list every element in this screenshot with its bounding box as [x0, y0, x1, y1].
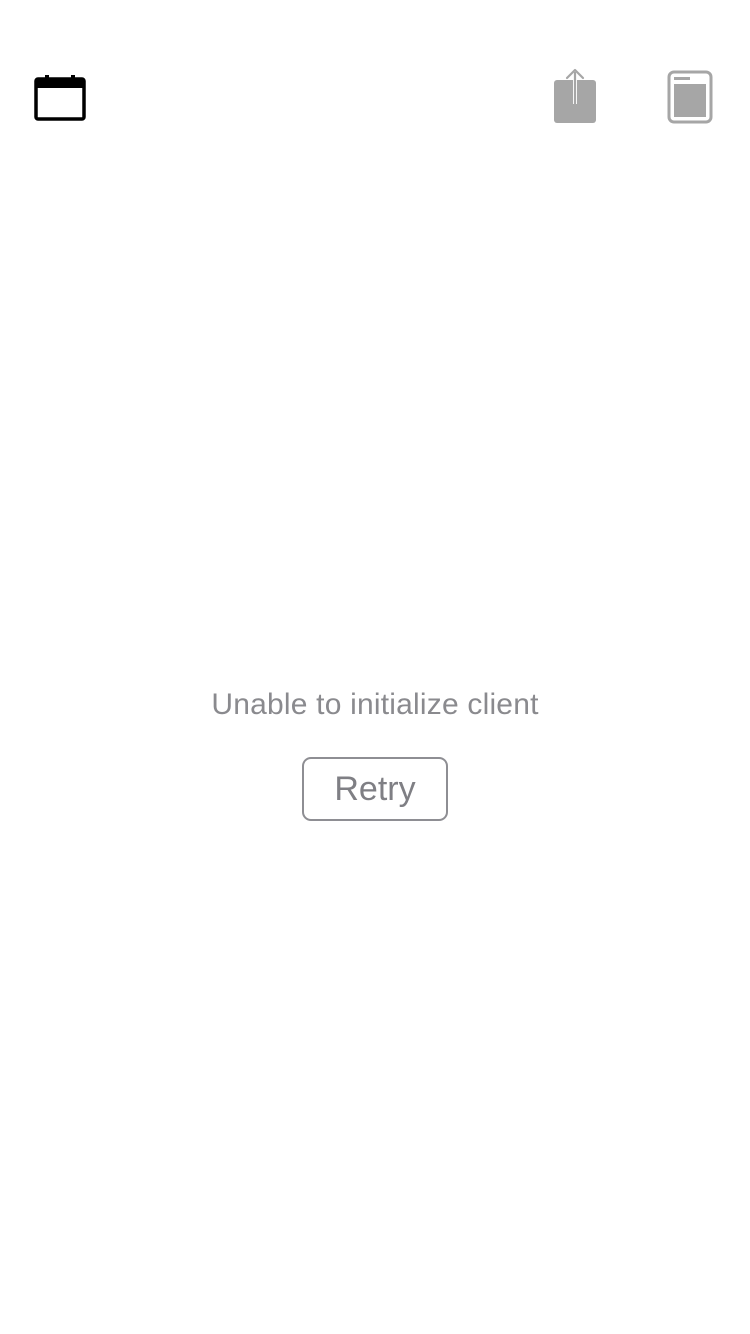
share-icon — [554, 68, 596, 123]
calendar-button[interactable] — [30, 70, 90, 126]
calendar-icon — [34, 75, 86, 121]
share-button[interactable] — [548, 66, 602, 128]
retry-button[interactable]: Retry — [302, 757, 448, 821]
reader-icon — [667, 70, 713, 124]
error-message: Unable to initialize client — [211, 688, 539, 721]
reader-button[interactable] — [664, 68, 716, 126]
